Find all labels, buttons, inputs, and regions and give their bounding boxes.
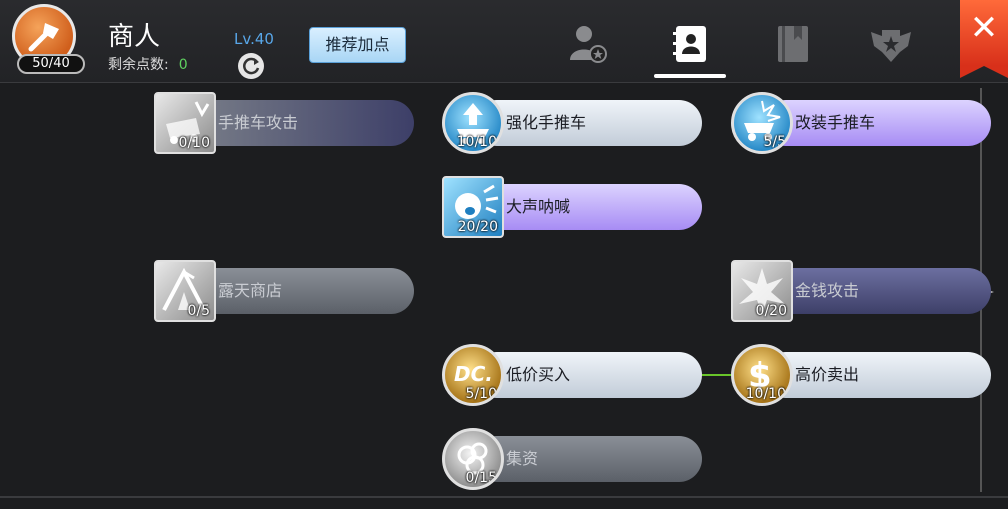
class-name: 商人 [108,22,161,52]
refresh-button[interactable] [238,53,264,79]
skill-name: 高价卖出 [795,365,860,384]
skill-node-modify-cart[interactable]: 改装手推车 5/5 [731,92,993,154]
skill-name: 集资 [506,449,539,468]
skill-name: 低价买入 [506,365,571,384]
close-button[interactable]: ✕ [960,0,1008,78]
tab-book[interactable] [770,22,816,66]
skill-node-enhance-cart[interactable]: 强化手推车 10/10 [442,92,704,154]
refresh-icon [243,57,260,75]
remaining-points-value: 0 [178,57,188,73]
svg-text:DC.: DC. [454,362,493,386]
remaining-points: 剩余点数: 0 [108,54,188,74]
recommend-button[interactable]: 推荐加点 [309,27,406,63]
shout-icon: 20/20 [442,176,504,238]
skill-name: 金钱攻击 [795,281,860,300]
skill-pill: 低价买入 [474,352,702,398]
level-label: Lv.40 [234,30,274,48]
tab-character[interactable] [566,22,612,66]
axe-icon [28,23,59,52]
tab-emblem[interactable] [868,22,914,66]
skill-pill: 改装手推车 [763,100,991,146]
skill-level-count: 10/10 [745,386,786,402]
skill-level-count: 0/15 [465,470,497,486]
skill-name: 手推车攻击 [218,113,299,132]
person-star-icon [570,26,607,63]
skill-level-count: 5/5 [763,134,786,150]
close-icon: ✕ [969,8,999,48]
bottom-divider [0,496,1008,498]
skill-name: 露天商店 [218,281,283,300]
skill-level-count: 5/10 [465,386,497,402]
tent-icon: 0/5 [154,260,216,322]
contact-book-icon [673,26,706,62]
skill-node-money-attack[interactable]: 金钱攻击 0/20 [731,260,993,322]
point-badge: 50/40 [17,54,85,74]
book-icon [778,26,808,62]
money-attack-icon: 0/20 [731,260,793,322]
skill-level-count: 0/10 [178,135,210,151]
cart-attack-icon: 0/10 [154,92,216,154]
skill-pill: 高价卖出 [763,352,991,398]
skill-name: 改装手推车 [795,113,876,132]
coins-icon: 0/15 [442,428,504,490]
skill-level-count: 0/20 [755,303,787,319]
skill-node-open-shop[interactable]: 露天商店 0/5 [154,260,416,322]
skill-pill: 手推车攻击 [186,100,414,146]
skill-node-cart-attack[interactable]: 手推车攻击 0/10 [154,92,416,154]
skill-level-count: 10/10 [456,134,497,150]
skill-name: 强化手推车 [506,113,587,132]
skill-pill: 露天商店 [186,268,414,314]
cart-upgrade-icon: 10/10 [442,92,504,154]
skill-node-loud-shout[interactable]: 大声呐喊 20/20 [442,176,704,238]
tab-skills[interactable] [668,22,714,66]
active-tab-indicator [654,74,726,78]
skill-level-count: 0/5 [187,303,210,319]
dollar-icon: $ 10/10 [731,344,793,406]
skill-level-count: 20/20 [457,219,498,235]
cart-modify-icon: 5/5 [731,92,793,154]
skill-name: 大声呐喊 [506,197,571,216]
skill-pill: 集资 [474,436,702,482]
skill-pill: 强化手推车 [474,100,702,146]
skill-pill: 金钱攻击 [763,268,991,314]
skill-node-buy-low[interactable]: 低价买入 DC. 5/10 [442,344,704,406]
skill-node-sell-high[interactable]: 高价卖出 $ 10/10 [731,344,993,406]
top-bar: 50/40 商人 剩余点数: 0 Lv.40 推荐加点 ✕ [0,0,1008,83]
winged-star-icon [871,30,911,62]
dc-icon: DC. 5/10 [442,344,504,406]
skill-node-gather-funds[interactable]: 集资 0/15 [442,428,704,490]
remaining-points-label: 剩余点数: [108,57,169,73]
skill-pill: 大声呐喊 [474,184,702,230]
